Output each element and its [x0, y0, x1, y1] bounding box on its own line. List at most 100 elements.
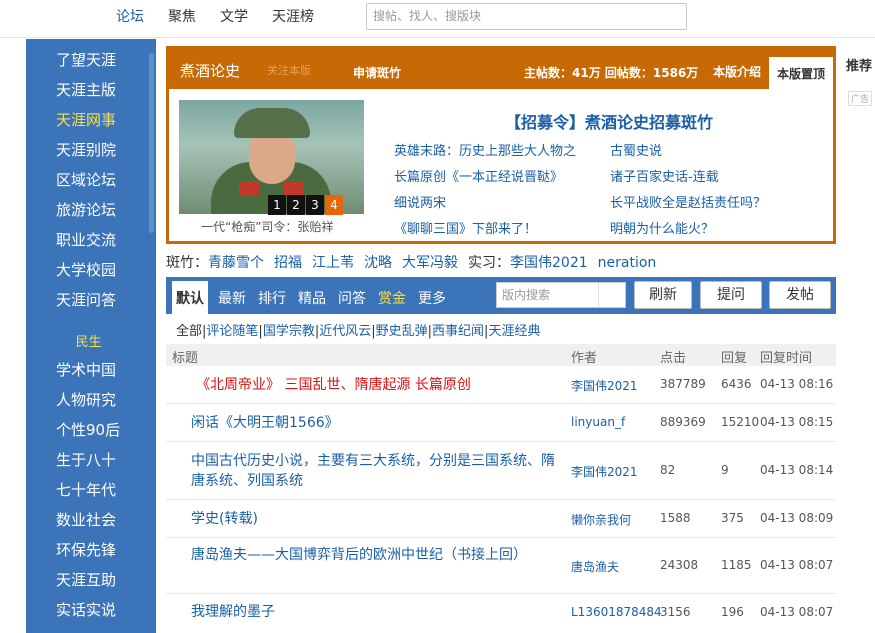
topnav-rank[interactable]: 天涯榜	[272, 8, 314, 26]
slide-indicators: 1 2 3 4	[267, 195, 343, 215]
feature-link[interactable]: 长平战败全是赵括责任吗？	[610, 192, 766, 211]
intern-name[interactable]: neration	[598, 255, 657, 271]
tab-more[interactable]: 更多	[418, 288, 446, 308]
tab-forum-intro[interactable]: 本版介绍	[713, 63, 761, 80]
moderator-name[interactable]: 招福	[274, 255, 302, 271]
topnav-literature[interactable]: 文学	[220, 8, 248, 26]
post-author[interactable]: linyuan_f	[571, 415, 625, 429]
post-replies: 375	[721, 511, 744, 525]
sidebar-item[interactable]: 天涯互助	[56, 569, 116, 590]
sidebar-item[interactable]: 天涯主版	[56, 79, 116, 100]
sidebar-item[interactable]: 区域论坛	[56, 169, 116, 190]
category-item[interactable]: 评论随笔	[206, 324, 258, 339]
post-title[interactable]: 中国古代历史小说，主要有三大系统，分别是三国系统、隋唐系统、列国系统	[191, 451, 561, 491]
sidebar-item[interactable]: 了望天涯	[56, 49, 116, 70]
sidebar-item[interactable]: 生于八十	[56, 449, 116, 470]
post-clicks: 1588	[660, 511, 691, 525]
sidebar-item-active[interactable]: 天涯网事	[56, 109, 116, 130]
slideshow-caption[interactable]: 一代“枪痴”司令：张贻祥	[201, 218, 333, 235]
post-replies: 196	[721, 605, 744, 619]
post-title[interactable]: 闲话《大明王朝1566》	[191, 413, 561, 433]
category-filter: 全部|评论随笔|国学宗教|近代风云|野史乱弹|西事纪闻|天涯经典	[176, 320, 540, 339]
sidebar-item[interactable]: 实话实说	[56, 599, 116, 620]
feature-link[interactable]: 细说两宋	[394, 192, 446, 211]
post-title[interactable]: 学史(转载)	[191, 509, 561, 529]
sidebar-item[interactable]: 七十年代	[56, 479, 116, 500]
tab-bounty[interactable]: 赏金	[378, 288, 406, 308]
sidebar-item[interactable]: 数业社会	[56, 509, 116, 530]
category-item[interactable]: 野史乱弹	[376, 324, 428, 339]
intern-name[interactable]: 李国伟2021	[510, 255, 588, 271]
tab-latest[interactable]: 最新	[218, 288, 246, 308]
post-author[interactable]: 李国伟2021	[571, 377, 638, 394]
post-reply-time: 04-13 08:16	[760, 377, 834, 391]
apply-moderator-link[interactable]: 申请斑竹	[353, 64, 401, 81]
moderator-name[interactable]: 大军冯毅	[402, 255, 458, 271]
sidebar-item[interactable]: 职业交流	[56, 229, 116, 250]
moderator-name[interactable]: 江上苇	[312, 255, 354, 271]
tab-ranking[interactable]: 排行	[258, 288, 286, 308]
category-item[interactable]: 天涯经典	[488, 324, 540, 339]
post-replies: 15210	[721, 415, 760, 429]
tab-featured[interactable]: 精品	[298, 288, 326, 308]
sidebar-item[interactable]: 天涯别院	[56, 139, 116, 160]
refresh-button[interactable]: 刷新	[634, 281, 692, 309]
slide-dot[interactable]: 2	[287, 195, 305, 215]
topnav-forum[interactable]: 论坛	[116, 8, 144, 26]
feature-link[interactable]: 诸子百家史话-连载	[610, 166, 719, 185]
moderator-label: 斑竹：	[166, 255, 208, 271]
post-author[interactable]: L13601878484	[571, 605, 662, 619]
post-reply-time: 04-13 08:15	[760, 415, 834, 429]
post-title[interactable]: 我理解的墨子	[191, 602, 561, 622]
sidebar-item[interactable]: 学术中国	[56, 359, 116, 380]
moderator-name[interactable]: 青藤雪个	[208, 255, 264, 271]
post-author[interactable]: 唐岛渔夫	[571, 558, 619, 575]
post-author[interactable]: 懒你亲我何	[571, 511, 631, 528]
sidebar-item[interactable]: 个性90后	[56, 419, 120, 440]
category-item[interactable]: 西事纪闻	[432, 324, 484, 339]
post-replies: 6436	[721, 377, 752, 391]
feature-link[interactable]: 古蜀史说	[610, 140, 662, 159]
tab-forum-pinned[interactable]: 本版置顶	[769, 57, 833, 89]
category-item[interactable]: 近代风云	[319, 324, 371, 339]
slide-dot[interactable]: 3	[306, 195, 324, 215]
post-clicks: 24308	[660, 558, 699, 572]
board-search-button[interactable]	[598, 282, 626, 308]
sidebar-item[interactable]: 旅游论坛	[56, 199, 116, 220]
post-author[interactable]: 李国伟2021	[571, 463, 638, 480]
sidebar-item[interactable]: 环保先锋	[56, 539, 116, 560]
feature-headline[interactable]: 【招募令】煮酒论史招募斑竹	[505, 109, 713, 133]
new-post-button[interactable]: 发帖	[769, 281, 831, 309]
slide-dot-active[interactable]: 4	[325, 195, 343, 215]
table-row: 《北周帝业》 三国乱世、隋唐起源 长篇原创 李国伟2021 387789 643…	[166, 366, 836, 404]
sidebar-item[interactable]: 大学校园	[56, 259, 116, 280]
sidebar-item[interactable]: 天涯问答	[56, 289, 116, 310]
post-title[interactable]: 唐岛渔夫——大国博弈背后的欧洲中世纪（书接上回）	[191, 545, 571, 565]
post-table-header: 标题 作者 点击 回复 回复时间	[166, 344, 836, 366]
feature-link[interactable]: 长篇原创《一本正经说晋鞑》	[394, 166, 563, 185]
top-nav: 论坛 聚焦 文学 天涯榜	[116, 8, 338, 26]
moderator-name[interactable]: 沈略	[364, 255, 392, 271]
feature-link[interactable]: 《聊聊三国》下部来了！	[394, 218, 537, 237]
sidebar-item[interactable]: 人物研究	[56, 389, 116, 410]
ad-badge: 广告	[848, 91, 873, 106]
col-reply-time: 回复时间	[760, 351, 813, 366]
sidebar-scrollbar[interactable]	[149, 53, 154, 233]
slide-dot[interactable]: 1	[268, 195, 286, 215]
feature-link[interactable]: 英雄末路：历史上那些大人物之	[394, 140, 576, 159]
follow-forum-button[interactable]: 关注本版	[267, 62, 311, 78]
post-title[interactable]: 《北周帝业》 三国乱世、隋唐起源 长篇原创	[196, 375, 566, 395]
feature-link[interactable]: 明朝为什么能火？	[610, 218, 714, 237]
post-clicks: 3156	[660, 605, 691, 619]
sidebar-section-heading: 民生	[75, 335, 102, 350]
post-reply-time: 04-13 08:07	[760, 558, 834, 572]
table-row: 学史(转载) 懒你亲我何 1588 375 04-13 08:09	[166, 500, 836, 538]
topnav-focus[interactable]: 聚焦	[168, 8, 196, 26]
global-search-input[interactable]: 搜帖、找人、搜版块	[366, 3, 687, 30]
tab-qa[interactable]: 问答	[338, 288, 366, 308]
ask-button[interactable]: 提问	[700, 281, 762, 309]
category-item[interactable]: 国学宗教	[263, 324, 315, 339]
tab-default[interactable]: 默认	[172, 281, 208, 314]
category-all[interactable]: 全部	[176, 324, 202, 339]
table-row: 我理解的墨子 L13601878484 3156 196 04-13 08:07	[166, 594, 836, 633]
